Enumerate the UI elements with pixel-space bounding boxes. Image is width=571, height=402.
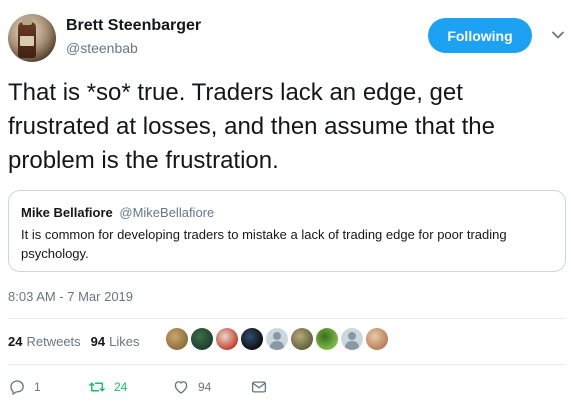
- quoted-tweet-header: Mike Bellafiore @MikeBellafiore: [21, 205, 553, 220]
- divider: [8, 318, 566, 319]
- retweets-stat[interactable]: 24 Retweets: [8, 334, 81, 349]
- tweet-stats: 24 Retweets 94 Likes: [8, 334, 140, 349]
- liker-avatar[interactable]: [216, 328, 238, 350]
- liker-avatar[interactable]: [291, 328, 313, 350]
- liker-avatar[interactable]: [366, 328, 388, 350]
- author-avatar[interactable]: [8, 14, 56, 62]
- avatar-cork-graphic: [22, 17, 32, 25]
- reply-icon: [10, 380, 24, 395]
- retweet-icon: [89, 382, 105, 392]
- likes-count: 94: [90, 334, 106, 349]
- quoted-author-handle: @MikeBellafiore: [119, 205, 215, 220]
- heart-icon: [174, 381, 188, 394]
- like-count: 94: [198, 380, 212, 394]
- likes-stat[interactable]: 94 Likes: [91, 334, 140, 349]
- quoted-tweet-text: It is common for developing traders to m…: [21, 227, 507, 261]
- author-handle[interactable]: @steenbab: [66, 40, 138, 56]
- liker-avatar[interactable]: [191, 328, 213, 350]
- tweet-text: That is *so* true. Traders lack an edge,…: [8, 79, 495, 174]
- liker-avatar[interactable]: [241, 328, 263, 350]
- like-button[interactable]: 94: [172, 378, 211, 396]
- tweet-actions: 1 24 94: [8, 378, 308, 398]
- tweet-timestamp[interactable]: 8:03 AM - 7 Mar 2019: [8, 289, 133, 304]
- envelope-icon: [251, 381, 267, 393]
- following-button[interactable]: Following: [428, 18, 532, 53]
- liker-avatars: [166, 328, 388, 350]
- retweets-label: Retweets: [26, 334, 81, 349]
- avatar-label-graphic: [20, 36, 34, 46]
- retweets-count: 24: [8, 334, 23, 349]
- retweet-button[interactable]: 24: [88, 378, 127, 396]
- liker-avatar[interactable]: [166, 328, 188, 350]
- direct-message-button[interactable]: [250, 378, 268, 396]
- reply-button[interactable]: 1: [8, 378, 41, 396]
- author-name[interactable]: Brett Steenbarger: [66, 17, 201, 35]
- likes-label: Likes: [109, 334, 140, 349]
- divider: [8, 364, 566, 365]
- liker-avatar[interactable]: [316, 328, 338, 350]
- quoted-tweet[interactable]: Mike Bellafiore @MikeBellafiore It is co…: [8, 190, 566, 272]
- chevron-down-icon[interactable]: [551, 28, 565, 42]
- liker-avatar[interactable]: [266, 328, 288, 350]
- reply-count: 1: [34, 380, 41, 394]
- liker-avatar[interactable]: [341, 328, 363, 350]
- quoted-author-name: Mike Bellafiore: [21, 205, 113, 220]
- retweet-count: 24: [114, 380, 128, 394]
